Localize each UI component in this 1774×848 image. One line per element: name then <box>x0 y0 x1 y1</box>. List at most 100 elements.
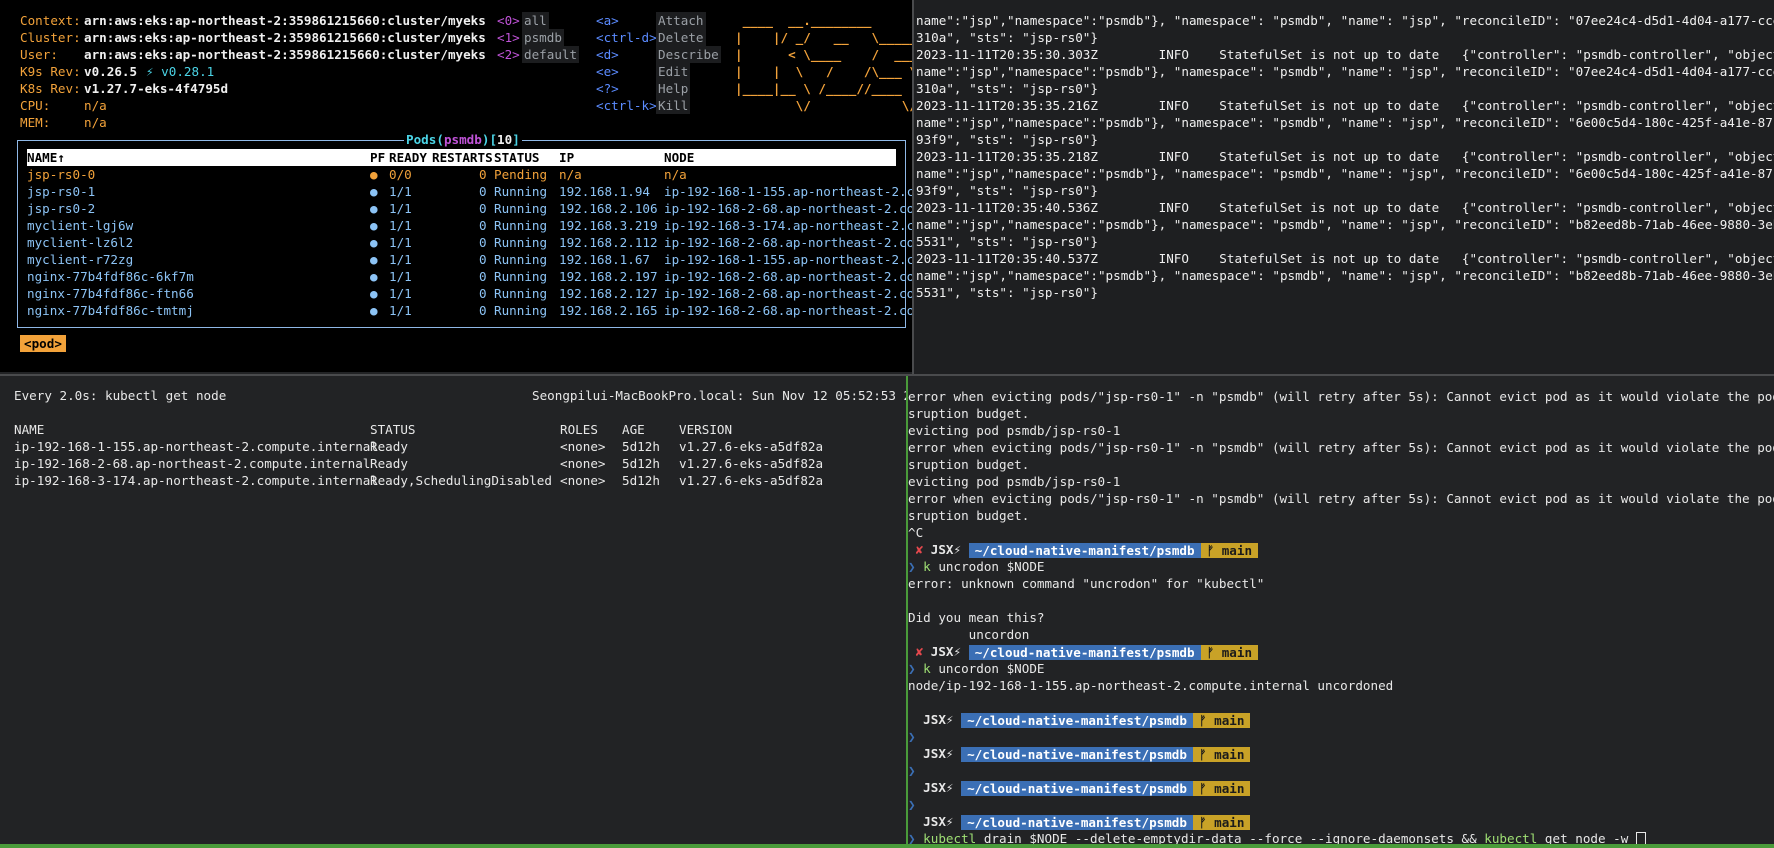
command-text: uncordon $NODE <box>930 661 1045 676</box>
log-line: 2023-11-11T20:35:40.537Z INFO StatefulSe… <box>916 251 1774 266</box>
pods-table-header: NAME↑ PF READY RESTARTS STATUS IP NODE <box>27 149 896 166</box>
table-row[interactable]: myclient-lz6l2 ● 1/1 0 Running 192.168.2.112 i… <box>27 234 912 251</box>
prompt-left-icon <box>908 644 916 659</box>
prompt-user: JSX⚡ <box>923 542 969 557</box>
info-label: User: <box>20 47 58 62</box>
pod-node: ip-192-168-2-68.ap-northeast-2.co <box>664 286 912 301</box>
column-header-1[interactable]: PF <box>370 149 385 166</box>
log-line: 2023-11-11T20:35:30.303Z INFO StatefulSe… <box>916 47 1774 62</box>
pod-ip: 192.168.3.219 <box>559 218 658 233</box>
pod-ip: 192.168.1.67 <box>559 252 650 267</box>
prompt-left-icon <box>908 814 916 829</box>
shell-command-line[interactable]: ❯ k uncordon $NODE <box>908 660 1045 677</box>
pod-restarts: 0 <box>479 167 487 182</box>
watch-pane[interactable]: Every 2.0s: kubectl get node Seongpilui-… <box>0 376 906 848</box>
namespace-option[interactable]: psmdb <box>522 29 564 46</box>
column-header-6[interactable]: NODE <box>664 149 694 166</box>
table-row[interactable]: jsp-rs0-2 ● 1/1 0 Running 192.168.2.106 ip-192… <box>27 200 912 217</box>
shell-line: sruption budget. <box>908 508 1030 523</box>
git-branch-icon: ᚠ <box>1198 781 1215 796</box>
column-header-0[interactable]: NAME↑ <box>27 149 65 166</box>
table-row[interactable]: nginx-77b4fdf86c-6kf7m ● 1/1 0 Running 192.16… <box>27 268 912 285</box>
pod-pf: ● <box>370 303 378 318</box>
pod-name: myclient-lz6l2 <box>27 235 134 250</box>
git-branch-icon: ᚠ <box>1206 543 1222 558</box>
table-row[interactable]: jsp-rs0-1 ● 1/1 0 Running 192.168.1.94 ip-192-… <box>27 183 912 200</box>
shortcut-action[interactable]: Kill <box>656 97 691 114</box>
branch-name: main <box>1214 713 1245 728</box>
pod-restarts: 0 <box>479 218 487 233</box>
shortcut-action[interactable]: Help <box>656 80 691 97</box>
table-row[interactable]: myclient-lgj6w ● 1/1 0 Running 192.168.3.219 i… <box>27 217 912 234</box>
node-status: Ready <box>370 439 408 454</box>
shell-command-line[interactable]: ❯ <box>908 762 923 779</box>
pod-node: ip-192-168-2-68.ap-northeast-2.co <box>664 201 912 216</box>
branch-name: main <box>1214 781 1245 796</box>
pod-ip: n/a <box>559 167 582 182</box>
info-value: v1.27.7-eks-4f4795d <box>84 81 229 96</box>
shortcut-action[interactable]: Describe <box>656 46 721 63</box>
namespace-option[interactable]: default <box>522 46 580 63</box>
pane-divider <box>912 0 914 376</box>
shell-command-line[interactable]: ❯ k uncrodon $NODE <box>908 558 1045 575</box>
table-row[interactable]: myclient-r72zg ● 1/1 0 Running 192.168.1.67 ip… <box>27 251 912 268</box>
info-value: arn:aws:eks:ap-northeast-2:359861215660:… <box>84 13 486 28</box>
shell-command-line[interactable]: ❯ <box>908 728 923 745</box>
shortcut-action[interactable]: Attach <box>656 12 706 29</box>
git-branch-icon: ᚠ <box>1198 713 1215 728</box>
node-status: Ready,SchedulingDisabled <box>370 473 552 488</box>
pod-status: Pending <box>494 167 548 182</box>
shortcut-key: <?> <box>596 81 619 96</box>
active-pane-indicator <box>906 376 908 844</box>
pod-ip: 192.168.2.127 <box>559 286 658 301</box>
table-row[interactable]: nginx-77b4fdf86c-tmtmj ● 1/1 0 Running 192.16… <box>27 302 912 319</box>
log-line: 310a", "sts": "jsp-rs0"} <box>916 30 1098 45</box>
shortcut-action[interactable]: Delete <box>656 29 706 46</box>
pod-restarts: 0 <box>479 201 487 216</box>
git-branch-icon: ᚠ <box>1198 815 1215 830</box>
info-value: v0.26.5 <box>84 64 138 79</box>
pod-pf: ● <box>370 286 378 301</box>
k9s-pane[interactable]: Context: arn:aws:eks:ap-northeast-2:35986… <box>0 0 912 372</box>
log-line: name":"jsp","namespace":"psmdb"}, "names… <box>916 13 1774 28</box>
column-header-4[interactable]: STATUS <box>494 149 540 166</box>
node-age: 5d12h <box>622 473 660 488</box>
namespace-key: <2> <box>497 47 520 62</box>
pod-restarts: 0 <box>479 269 487 284</box>
log-line: name":"jsp","namespace":"psmdb"}, "names… <box>916 217 1774 232</box>
pod-node: ip-192-168-1-155.ap-northeast-2.c <box>664 252 912 267</box>
log-output-pane[interactable]: name":"jsp","namespace":"psmdb"}, "names… <box>914 0 1774 376</box>
shell-pane[interactable]: error when evicting pods/"jsp-rs0-1" -n … <box>906 376 1774 848</box>
pod-node: ip-192-168-3-174.ap-northeast-2.co <box>664 218 912 233</box>
pod-name: myclient-r72zg <box>27 252 134 267</box>
namespace-option[interactable]: all <box>522 12 549 29</box>
column-header-2[interactable]: READY <box>389 149 427 166</box>
info-label: MEM: <box>20 115 51 130</box>
pod-node: ip-192-168-2-68.ap-northeast-2.co <box>664 235 912 250</box>
shortcut-action[interactable]: Edit <box>656 63 691 80</box>
kubectl-alias: k <box>923 661 931 676</box>
prompt-branch: ᚠ main <box>1192 713 1251 728</box>
logo-line: | < \____ / ___/ <box>735 47 912 62</box>
shortcut-key: <ctrl-k> <box>596 98 657 113</box>
command-text: uncrodon $NODE <box>930 559 1045 574</box>
node-roles: <none> <box>560 456 606 471</box>
log-line: 310a", "sts": "jsp-rs0"} <box>916 81 1098 96</box>
info-label: K9s Rev: <box>20 64 81 79</box>
prompt-path: ~/cloud-native-manifest/psmdb <box>968 543 1201 558</box>
column-header-5[interactable]: IP <box>559 149 574 166</box>
table-row[interactable]: nginx-77b4fdf86c-ftn66 ● 1/1 0 Running 192.16… <box>27 285 912 302</box>
pod-pf: ● <box>370 184 378 199</box>
column-header-3[interactable]: RESTARTS <box>432 149 493 166</box>
pod-ip: 192.168.2.112 <box>559 235 658 250</box>
info-label: K8s Rev: <box>20 81 81 96</box>
shell-command-line[interactable]: ❯ <box>908 796 923 813</box>
shell-line: evicting pod psmdb/jsp-rs0-1 <box>908 474 1121 489</box>
pod-ready: 1/1 <box>389 184 412 199</box>
shell-line: error when evicting pods/"jsp-rs0-1" -n … <box>908 440 1774 455</box>
prompt-branch: ᚠ main <box>1192 747 1251 762</box>
info-value: arn:aws:eks:ap-northeast-2:359861215660:… <box>84 47 486 62</box>
table-row[interactable]: jsp-rs0-0 ● 0/0 0 Pending n/a n/a <box>27 166 896 183</box>
log-line: 2023-11-11T20:35:35.216Z INFO StatefulSe… <box>916 98 1774 113</box>
shell-line: sruption budget. <box>908 457 1030 472</box>
